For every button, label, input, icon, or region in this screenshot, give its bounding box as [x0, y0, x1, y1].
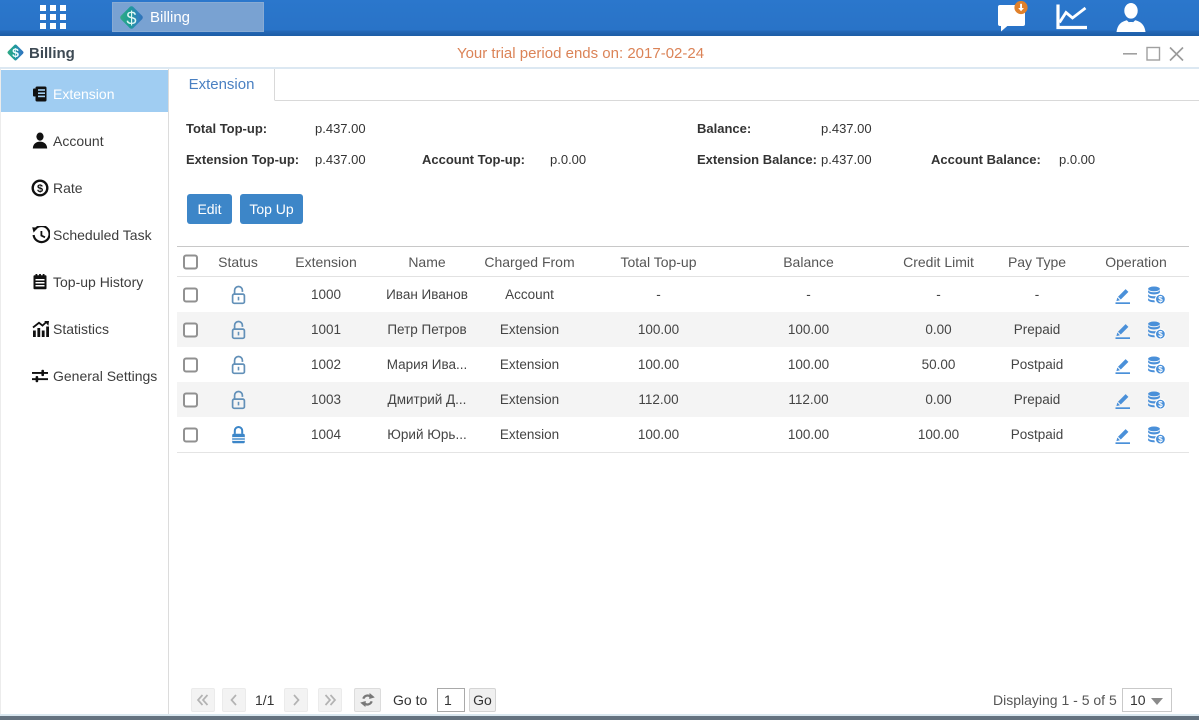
- svg-text:$: $: [37, 183, 43, 195]
- svg-text:$: $: [1158, 364, 1163, 373]
- svg-text:$: $: [1158, 399, 1163, 408]
- svg-text:$: $: [1158, 434, 1163, 443]
- svg-text:$: $: [1158, 294, 1163, 303]
- svg-text:$: $: [126, 7, 136, 28]
- svg-text:$: $: [1158, 329, 1163, 338]
